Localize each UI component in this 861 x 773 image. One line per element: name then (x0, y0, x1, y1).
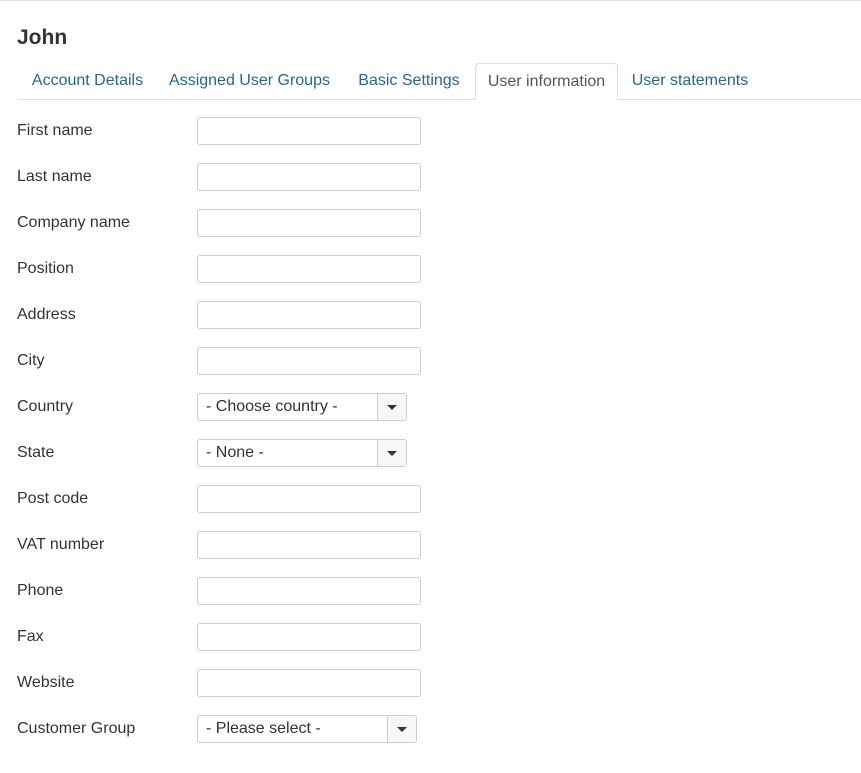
city-input[interactable] (197, 347, 421, 375)
last-name-label: Last name (17, 168, 92, 185)
customer-group-row: Customer Group - Please select - (17, 715, 437, 743)
fax-input[interactable] (197, 623, 421, 651)
website-row: Website (17, 669, 437, 697)
post-code-label: Post code (17, 490, 89, 507)
address-label: Address (17, 306, 76, 323)
vat-number-row: VAT number (17, 531, 437, 559)
state-row: State - None - (17, 439, 437, 467)
customer-group-dropdown-button[interactable] (387, 716, 416, 742)
caret-down-icon (387, 405, 397, 410)
country-label: Country (17, 398, 74, 415)
position-label: Position (17, 260, 74, 277)
last-name-input[interactable] (197, 163, 421, 191)
state-dropdown-button[interactable] (377, 440, 406, 466)
tab-account-details[interactable]: Account Details (17, 63, 158, 98)
last-name-row: Last name (17, 163, 437, 191)
company-name-input[interactable] (197, 209, 421, 237)
phone-row: Phone (17, 577, 437, 605)
caret-down-icon (387, 451, 397, 456)
first-name-row: First name (17, 117, 437, 145)
position-input[interactable] (197, 255, 421, 283)
vat-number-input[interactable] (197, 531, 421, 559)
post-code-row: Post code (17, 485, 437, 513)
phone-input[interactable] (197, 577, 421, 605)
first-name-label: First name (17, 122, 93, 139)
state-label: State (17, 444, 55, 461)
customer-group-select[interactable]: - Please select - (197, 715, 417, 743)
country-row: Country - Choose country - (17, 393, 437, 421)
tab-basic-settings[interactable]: Basic Settings (343, 63, 475, 98)
position-row: Position (17, 255, 437, 283)
city-label: City (17, 352, 45, 369)
fax-label: Fax (17, 628, 44, 645)
address-input[interactable] (197, 301, 421, 329)
phone-label: Phone (17, 582, 64, 599)
company-name-label: Company name (17, 214, 130, 231)
website-input[interactable] (197, 669, 421, 697)
fax-row: Fax (17, 623, 437, 651)
vat-number-label: VAT number (17, 536, 105, 553)
country-dropdown-button[interactable] (377, 394, 406, 420)
first-name-input[interactable] (197, 117, 421, 145)
state-select[interactable]: - None - (197, 439, 407, 467)
caret-down-icon (397, 727, 407, 732)
tab-user-statements[interactable]: User statements (619, 63, 761, 98)
address-row: Address (17, 301, 437, 329)
city-row: City (17, 347, 437, 375)
country-select[interactable]: - Choose country - (197, 393, 407, 421)
tab-bar: Account Details Assigned User Groups Bas… (17, 63, 861, 100)
customer-group-selected-value: - Please select - (206, 720, 321, 737)
website-label: Website (17, 674, 75, 691)
state-selected-value: - None - (206, 444, 264, 461)
post-code-input[interactable] (197, 485, 421, 513)
country-selected-value: - Choose country - (206, 398, 338, 415)
tab-user-information[interactable]: User information (475, 63, 618, 100)
company-name-row: Company name (17, 209, 437, 237)
tab-assigned-user-groups[interactable]: Assigned User Groups (158, 63, 341, 98)
customer-group-label: Customer Group (17, 720, 136, 737)
page-title: John (17, 26, 68, 49)
top-divider (0, 0, 861, 1)
